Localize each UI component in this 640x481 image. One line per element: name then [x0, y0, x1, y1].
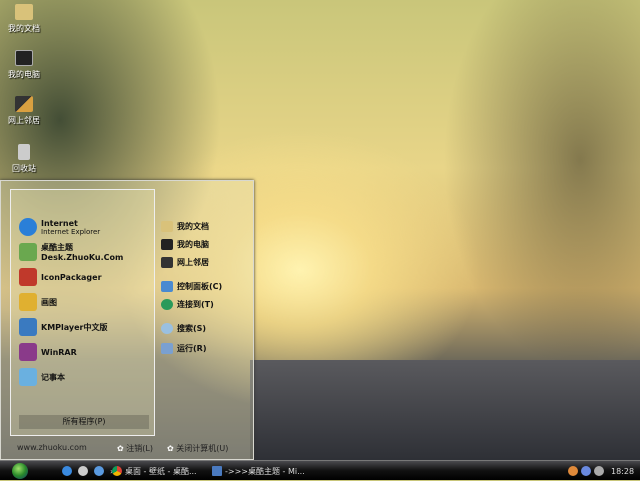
place-network[interactable]: 网上邻居 — [161, 257, 209, 268]
network-icon — [15, 96, 33, 112]
program-internet-explorer[interactable]: Internet Internet Explorer — [19, 216, 100, 238]
desktop-icon-my-computer[interactable]: 我的电脑 — [4, 50, 44, 80]
shutdown-icon: ✿ — [167, 444, 174, 453]
program-winrar[interactable]: WinRAR — [19, 341, 77, 363]
program-paint[interactable]: 画图 — [19, 291, 57, 313]
desktop-icon-recycle-bin[interactable]: 回收站 — [4, 144, 44, 174]
connect-icon — [161, 299, 173, 310]
program-iconpackager[interactable]: IconPackager — [19, 266, 102, 288]
logoff-icon: ✿ — [117, 444, 124, 453]
folder-icon — [161, 221, 173, 232]
recycle-bin-icon — [18, 144, 30, 160]
tray-app-icon[interactable] — [568, 466, 578, 476]
explorer-icon[interactable] — [94, 466, 104, 476]
ie-icon[interactable] — [62, 466, 72, 476]
control-panel-icon — [161, 281, 173, 292]
shutdown-button[interactable]: ✿ 关闭计算机(U) — [167, 443, 228, 454]
start-menu: Internet Internet Explorer 桌酷主题Desk.ZhuoK… — [0, 180, 254, 460]
quick-launch: » — [62, 461, 115, 481]
wallpaper-road — [250, 360, 640, 460]
zhuoku-icon — [19, 243, 37, 261]
run-icon — [161, 343, 173, 354]
paint-icon — [19, 293, 37, 311]
taskbar: » 桌面 - 壁纸 - 桌酷... ->>>桌酷主题 - Mi... 18:28 — [0, 460, 640, 480]
document-icon — [212, 466, 222, 476]
computer-icon — [15, 50, 33, 66]
desktop-icon-my-documents[interactable]: 我的文档 — [4, 4, 44, 34]
site-label: www.zhuoku.com — [17, 443, 87, 452]
start-button[interactable] — [12, 463, 28, 479]
task-document[interactable]: ->>>桌酷主题 - Mi... — [212, 461, 305, 481]
task-browser[interactable]: 桌面 - 壁纸 - 桌酷... — [112, 461, 197, 481]
desktop-icon-network[interactable]: 网上邻居 — [4, 96, 44, 126]
place-my-computer[interactable]: 我的电脑 — [161, 239, 209, 250]
place-connect-to[interactable]: 连接到(T) — [161, 299, 214, 310]
winrar-icon — [19, 343, 37, 361]
place-control-panel[interactable]: 控制面板(C) — [161, 281, 222, 292]
search-icon — [161, 323, 173, 334]
program-kmplayer[interactable]: KMPlayer中文版 — [19, 316, 108, 338]
place-run[interactable]: 运行(R) — [161, 343, 206, 354]
place-search[interactable]: 搜索(S) — [161, 323, 206, 334]
computer-icon — [161, 239, 173, 250]
all-programs-button[interactable]: 所有程序(P) — [19, 415, 149, 429]
system-tray: 18:28 — [568, 461, 634, 481]
ie-icon — [19, 218, 37, 236]
logoff-button[interactable]: ✿ 注销(L) — [117, 443, 153, 454]
start-menu-footer: www.zhuoku.com ✿ 注销(L) ✿ 关闭计算机(U) — [1, 439, 255, 459]
kmplayer-icon — [19, 318, 37, 336]
folder-icon — [15, 4, 33, 20]
chrome-icon — [112, 466, 122, 476]
clock[interactable]: 18:28 — [611, 467, 634, 476]
program-zhuoku[interactable]: 桌酷主题Desk.ZhuoKu.Com — [19, 241, 154, 263]
volume-icon[interactable] — [594, 466, 604, 476]
tray-network-icon[interactable] — [581, 466, 591, 476]
program-notepad[interactable]: 记事本 — [19, 366, 65, 388]
place-my-documents[interactable]: 我的文档 — [161, 221, 209, 232]
browser-icon[interactable] — [78, 466, 88, 476]
notepad-icon — [19, 368, 37, 386]
iconpackager-icon — [19, 268, 37, 286]
programs-pane: Internet Internet Explorer 桌酷主题Desk.ZhuoK… — [10, 189, 155, 436]
network-icon — [161, 257, 173, 268]
